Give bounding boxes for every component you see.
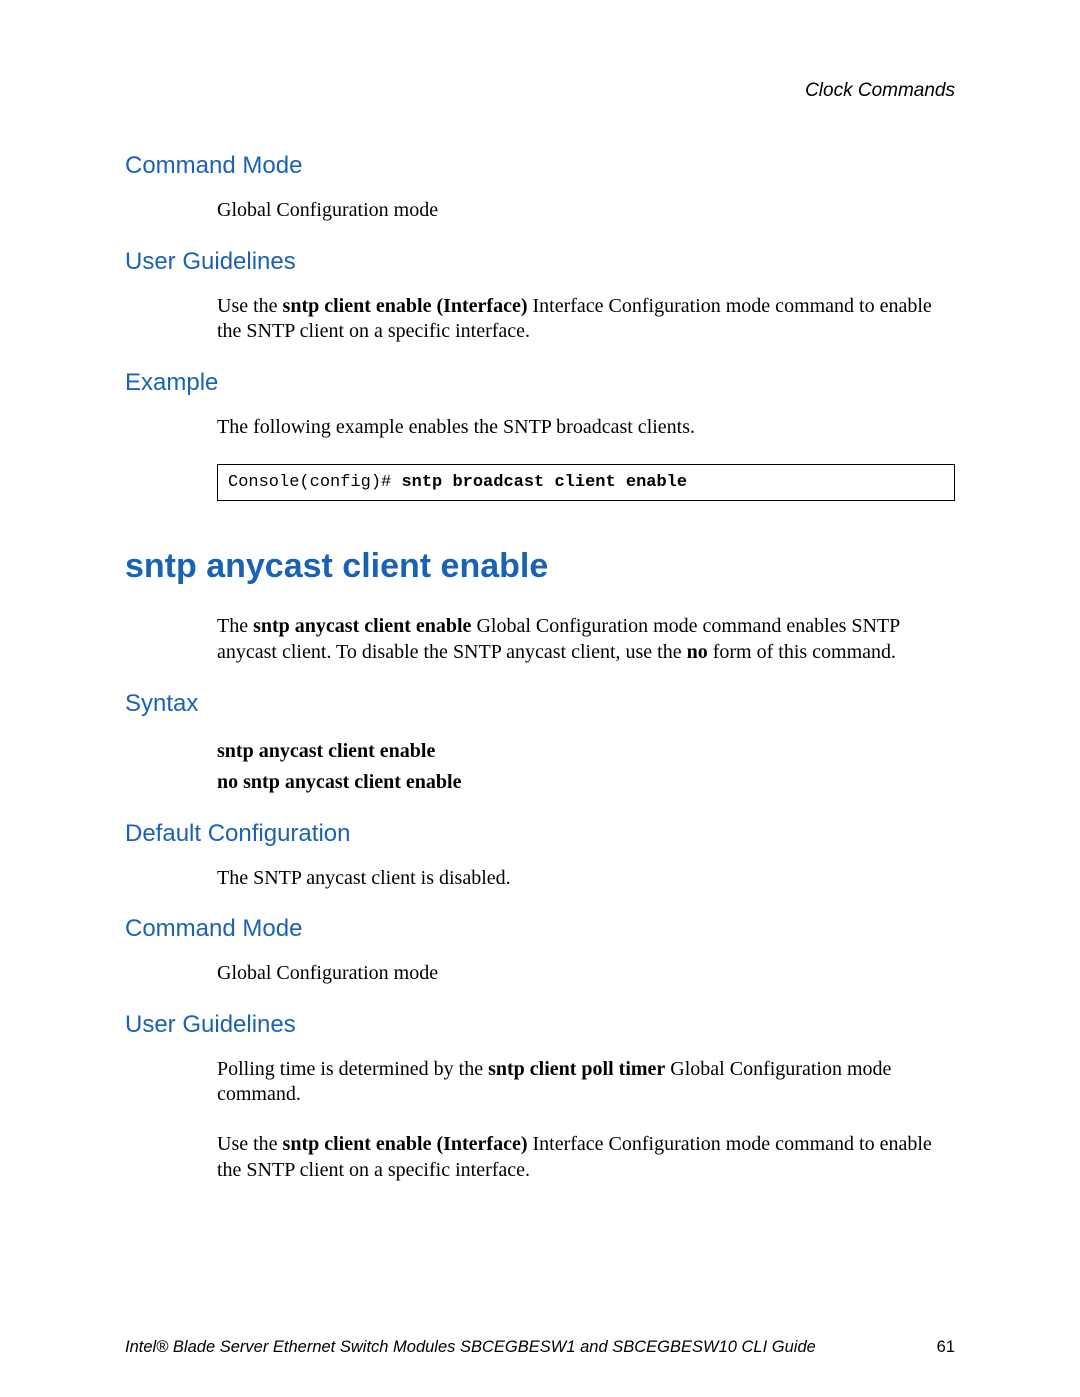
- text-bold: sntp anycast client enable: [253, 615, 471, 637]
- heading-syntax: Syntax: [125, 690, 955, 718]
- page-footer: Intel® Blade Server Ethernet Switch Modu…: [0, 1338, 1080, 1357]
- heading-default-configuration: Default Configuration: [125, 820, 955, 848]
- text: The: [217, 615, 253, 637]
- heading-example: Example: [125, 369, 955, 397]
- heading-user-guidelines-2: User Guidelines: [125, 1011, 955, 1039]
- code-command: sntp broadcast client enable: [401, 473, 687, 492]
- body-user-guidelines-1: Use the sntp client enable (Interface) I…: [217, 294, 955, 345]
- text: form of this command.: [708, 641, 896, 663]
- syntax-line-2: no sntp anycast client enable: [217, 767, 955, 798]
- syntax-line-1: sntp anycast client enable: [217, 736, 955, 767]
- body-default-configuration: The SNTP anycast client is disabled.: [217, 866, 955, 892]
- body-user-guidelines-2a: Polling time is determined by the sntp c…: [217, 1057, 955, 1108]
- heading-user-guidelines-1: User Guidelines: [125, 248, 955, 276]
- command-title: sntp anycast client enable: [125, 547, 955, 586]
- code-prompt: Console(config)#: [228, 473, 401, 492]
- body-command-mode-1: Global Configuration mode: [217, 198, 955, 224]
- footer-page-number: 61: [937, 1338, 955, 1357]
- heading-command-mode-2: Command Mode: [125, 915, 955, 943]
- text-bold: sntp client poll timer: [488, 1058, 665, 1080]
- text: Use the: [217, 295, 283, 317]
- page-header-section: Clock Commands: [125, 80, 955, 102]
- text-bold: sntp client enable (Interface): [283, 295, 528, 317]
- body-example: The following example enables the SNTP b…: [217, 415, 955, 441]
- body-user-guidelines-2b: Use the sntp client enable (Interface) I…: [217, 1132, 955, 1183]
- heading-command-mode-1: Command Mode: [125, 152, 955, 180]
- text-bold: no: [687, 641, 708, 663]
- code-example: Console(config)# sntp broadcast client e…: [217, 464, 955, 501]
- footer-guide-title: Intel® Blade Server Ethernet Switch Modu…: [125, 1338, 816, 1357]
- text: Polling time is determined by the: [217, 1058, 488, 1080]
- text-bold: sntp client enable (Interface): [283, 1133, 528, 1155]
- syntax-block: sntp anycast client enable no sntp anyca…: [217, 736, 955, 798]
- page: Clock Commands Command Mode Global Confi…: [0, 0, 1080, 1397]
- text: Use the: [217, 1133, 283, 1155]
- command-intro: The sntp anycast client enable Global Co…: [217, 614, 955, 665]
- body-command-mode-2: Global Configuration mode: [217, 961, 955, 987]
